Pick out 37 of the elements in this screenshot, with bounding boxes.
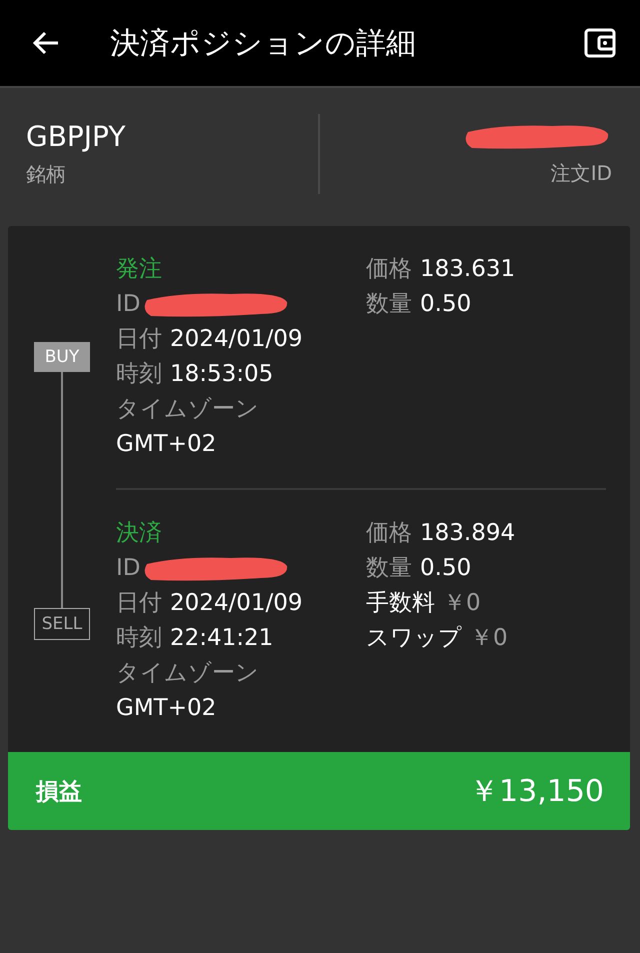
field-value: ￥0 [470,624,508,653]
field-value: GMT+02 [116,694,218,723]
side-tag: SELL [34,608,90,640]
profit-label: 損益 [36,778,82,806]
field-value: 183.631 [420,255,516,284]
field-label: 価格 [366,519,412,548]
field-label: ID [116,290,140,319]
field-label: 数量 [366,554,412,583]
symbol: GBPJPY [26,120,126,153]
field-label: 価格 [366,255,412,284]
field-value: 18:53:05 [170,360,274,389]
wallet-icon[interactable] [584,28,616,58]
field-value: 2024/01/09 [170,589,303,618]
field-value: 2024/01/09 [170,325,303,354]
field-label: 日付 [116,589,162,618]
field-value: 0.50 [420,290,472,319]
field-label: スワップ [366,624,462,653]
field-label: タイムゾーン [116,395,260,424]
section-title: 発注 [116,255,163,284]
field-label: 数量 [366,290,412,319]
field-label: ID [116,554,140,583]
field-value: ￥0 [443,589,481,618]
field-label: 時刻 [116,624,162,653]
field-value: 183.894 [420,519,516,548]
screen-title: 決済ポジションの詳細 [110,24,417,62]
field-value: 22:41:21 [170,624,274,653]
symbol-label: 銘柄 [26,161,67,188]
field-label: 手数料 [366,589,435,618]
field-value: GMT+02 [116,430,218,459]
order-id-label: 注文ID [550,160,612,186]
profit-value: ￥13,150 [469,772,604,810]
side-tag: BUY [34,342,90,372]
field-label: タイムゾーン [116,659,260,688]
field-value: 0.50 [420,554,472,583]
field-label: 時刻 [116,360,162,389]
field-label: 日付 [116,325,162,354]
section-title: 決済 [116,519,163,548]
